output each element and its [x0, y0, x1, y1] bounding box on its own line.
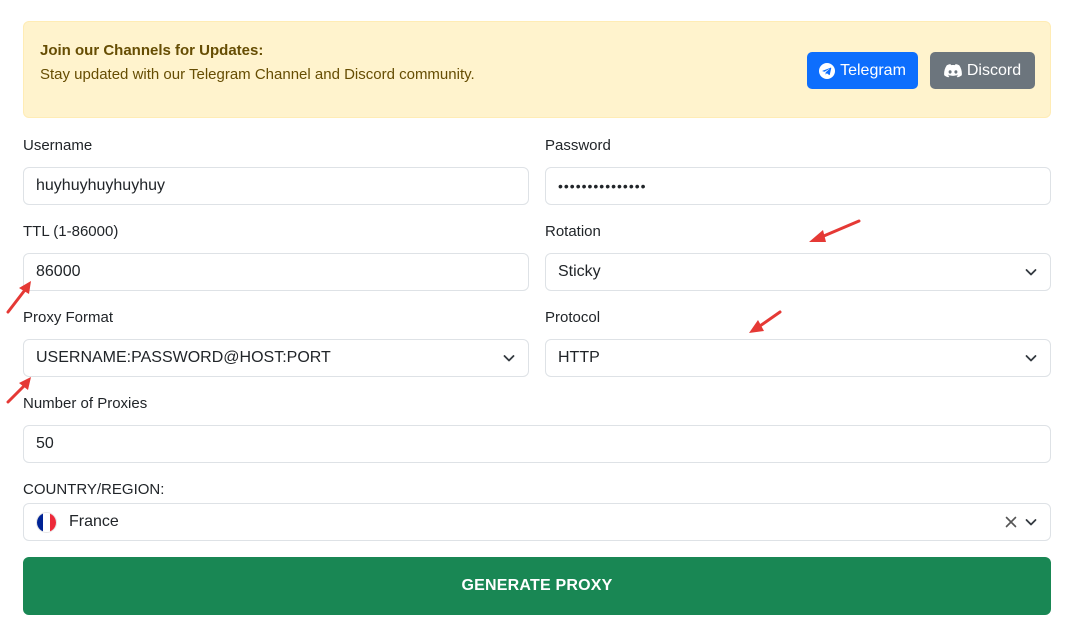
password-field[interactable]: ••••••••••••••• — [545, 167, 1051, 205]
chevron-down-icon — [1025, 269, 1037, 276]
france-flag-icon — [36, 511, 57, 533]
discord-icon — [944, 63, 962, 77]
close-icon[interactable] — [1004, 515, 1018, 529]
username-field[interactable] — [23, 167, 529, 205]
rotation-select[interactable]: Sticky — [545, 253, 1051, 291]
ttl-label: TTL (1-86000) — [23, 223, 119, 240]
rotation-label: Rotation — [545, 223, 601, 240]
discord-label: Discord — [966, 61, 1022, 79]
telegram-label: Telegram — [840, 61, 906, 79]
chevron-down-icon — [1025, 355, 1037, 362]
proxy-format-value: USERNAME:PASSWORD@HOST:PORT — [36, 349, 331, 366]
number-of-proxies-field[interactable] — [23, 425, 1051, 463]
arrow-annotation-icon — [809, 219, 861, 242]
banner-text: Stay updated with our Telegram Channel a… — [40, 66, 475, 83]
country-select[interactable]: France — [23, 503, 1051, 541]
telegram-button[interactable]: Telegram — [807, 52, 918, 89]
password-label: Password — [545, 137, 611, 154]
proxy-format-label: Proxy Format — [23, 309, 114, 326]
protocol-value: HTTP — [558, 349, 600, 366]
username-label: Username — [23, 137, 93, 154]
generate-proxy-button[interactable]: GENERATE PROXY — [23, 557, 1051, 615]
proxy-format-select[interactable]: USERNAME:PASSWORD@HOST:PORT — [23, 339, 529, 377]
country-label: COUNTRY/REGION: — [23, 481, 165, 498]
protocol-select[interactable]: HTTP — [545, 339, 1051, 377]
banner-title: Join our Channels for Updates: — [40, 42, 264, 59]
arrow-annotation-icon — [749, 310, 782, 333]
protocol-label: Protocol — [545, 309, 601, 326]
country-value: France — [69, 513, 119, 530]
arrow-annotation-icon — [6, 377, 31, 404]
chevron-down-icon[interactable] — [1024, 515, 1038, 529]
arrow-annotation-icon — [6, 281, 31, 314]
telegram-icon — [819, 62, 836, 79]
ttl-field[interactable] — [23, 253, 529, 291]
rotation-value: Sticky — [558, 263, 601, 280]
number-of-proxies-label: Number of Proxies — [23, 395, 148, 412]
chevron-down-icon — [503, 355, 515, 362]
country-selected: France — [36, 511, 119, 533]
discord-button[interactable]: Discord — [930, 52, 1035, 89]
updates-banner: Join our Channels for Updates: Stay upda… — [23, 21, 1051, 118]
